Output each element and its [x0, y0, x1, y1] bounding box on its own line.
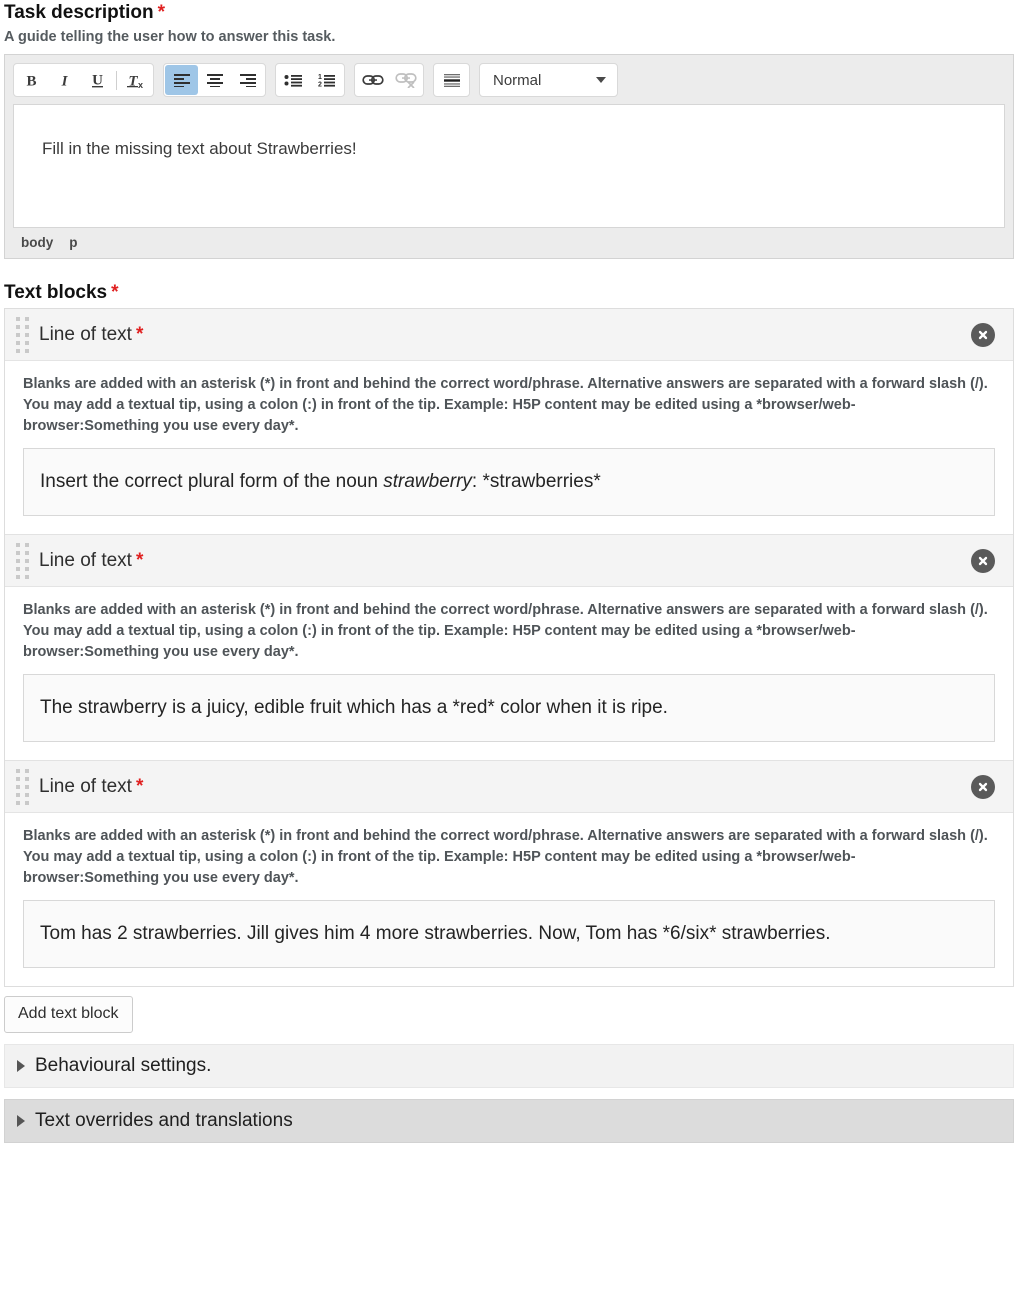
text-block-item: Line of text * Blanks are added with an a…: [5, 761, 1013, 986]
text-block-item: Line of text * Blanks are added with an a…: [5, 309, 1013, 535]
text-block-title-text: Line of text: [39, 549, 132, 571]
italic-icon[interactable]: I: [48, 65, 81, 95]
bold-icon[interactable]: B: [15, 65, 48, 95]
bulleted-list-icon[interactable]: [277, 65, 310, 95]
task-description-editor-body[interactable]: Fill in the missing text about Strawberr…: [13, 104, 1005, 228]
remove-text-block-icon[interactable]: [971, 774, 995, 799]
text-block-body: Blanks are added with an asterisk (*) in…: [5, 361, 1013, 534]
text-block-header: Line of text *: [5, 309, 1013, 361]
panel-text-overrides[interactable]: Text overrides and translations: [4, 1099, 1014, 1143]
required-asterisk: *: [157, 2, 165, 23]
task-description-text: Fill in the missing text about Strawberr…: [42, 139, 357, 158]
task-description-field: Task description * A guide telling the us…: [0, 0, 1018, 259]
text-block-item: Line of text * Blanks are added with an a…: [5, 535, 1013, 761]
panel-behavioural-settings-label: Behavioural settings.: [35, 1055, 212, 1076]
text-block-title: Line of text *: [39, 774, 143, 800]
svg-text:1: 1: [318, 74, 322, 81]
task-description-help: A guide telling the user how to answer t…: [4, 29, 336, 45]
drag-handle-icon[interactable]: [16, 542, 29, 579]
add-text-block-button[interactable]: Add text block: [4, 996, 133, 1033]
svg-text:x: x: [138, 80, 143, 89]
task-description-label: Task description *: [0, 0, 1018, 28]
link-icon[interactable]: [356, 65, 389, 95]
toolbar-group-lists: 1 2: [275, 63, 345, 97]
align-left-icon[interactable]: [165, 65, 198, 95]
required-asterisk: *: [135, 323, 144, 345]
text-block-header: Line of text *: [5, 535, 1013, 587]
toolbar-group-alignment: [163, 63, 266, 97]
remove-format-icon[interactable]: T x: [119, 65, 152, 95]
drag-handle-icon[interactable]: [16, 316, 29, 353]
toolbar-group-basic-styles: B I U T x: [13, 63, 154, 97]
text-block-title-text: Line of text: [39, 775, 132, 797]
text-block-help: Blanks are added with an asterisk (*) in…: [23, 828, 988, 886]
required-asterisk: *: [135, 549, 144, 571]
horizontal-rule-icon[interactable]: [435, 65, 468, 95]
element-path-p[interactable]: p: [69, 235, 77, 250]
chevron-right-icon: [17, 1060, 25, 1072]
align-right-icon[interactable]: [231, 65, 264, 95]
toolbar-separator: [116, 70, 117, 90]
element-path-body[interactable]: body: [21, 235, 53, 250]
unlink-icon[interactable]: [389, 65, 422, 95]
text-block-title: Line of text *: [39, 322, 143, 348]
chevron-right-icon: [17, 1115, 25, 1127]
svg-text:B: B: [26, 73, 36, 89]
underline-icon[interactable]: U: [81, 65, 114, 95]
required-asterisk: *: [135, 775, 144, 797]
text-block-help: Blanks are added with an asterisk (*) in…: [23, 376, 988, 434]
text-block-body: Blanks are added with an asterisk (*) in…: [5, 587, 1013, 760]
text-block-header: Line of text *: [5, 761, 1013, 813]
text-blocks-list: Line of text * Blanks are added with an a…: [4, 308, 1014, 987]
svg-text:I: I: [61, 73, 69, 89]
text-block-input[interactable]: Tom has 2 strawberries. Jill gives him 4…: [23, 900, 995, 968]
text-blocks-field: Text blocks * Line of text * Blanks are ad…: [0, 280, 1018, 1033]
editor-toolbar: B I U T x 1 2 Normal: [5, 55, 1013, 104]
text-block-title: Line of text *: [39, 548, 143, 574]
svg-text:2: 2: [318, 82, 322, 88]
task-description-label-text: Task description: [4, 2, 154, 23]
panel-text-overrides-label: Text overrides and translations: [35, 1110, 293, 1131]
text-block-title-text: Line of text: [39, 323, 132, 345]
paragraph-format-select[interactable]: Normal: [479, 63, 618, 97]
editor-element-path: body p: [5, 228, 1013, 258]
remove-text-block-icon[interactable]: [971, 548, 995, 573]
toolbar-group-links: [354, 63, 424, 97]
remove-text-block-icon[interactable]: [971, 322, 995, 347]
align-center-icon[interactable]: [198, 65, 231, 95]
text-blocks-label-text: Text blocks: [4, 282, 108, 303]
numbered-list-icon[interactable]: 1 2: [310, 65, 343, 95]
text-block-body: Blanks are added with an asterisk (*) in…: [5, 813, 1013, 986]
text-block-input[interactable]: The strawberry is a juicy, edible fruit …: [23, 674, 995, 742]
chevron-down-icon: [596, 77, 606, 83]
drag-handle-icon[interactable]: [16, 768, 29, 805]
panel-behavioural-settings[interactable]: Behavioural settings.: [4, 1044, 1014, 1088]
required-asterisk: *: [111, 282, 119, 303]
text-block-input[interactable]: Insert the correct plural form of the no…: [23, 448, 995, 516]
rich-text-editor: B I U T x 1 2 Normal Fill in the missing…: [4, 54, 1014, 259]
text-blocks-label: Text blocks *: [0, 280, 1018, 308]
text-block-help: Blanks are added with an asterisk (*) in…: [23, 602, 988, 660]
toolbar-group-horizontal-rule: [433, 63, 470, 97]
paragraph-format-value: Normal: [493, 71, 542, 89]
